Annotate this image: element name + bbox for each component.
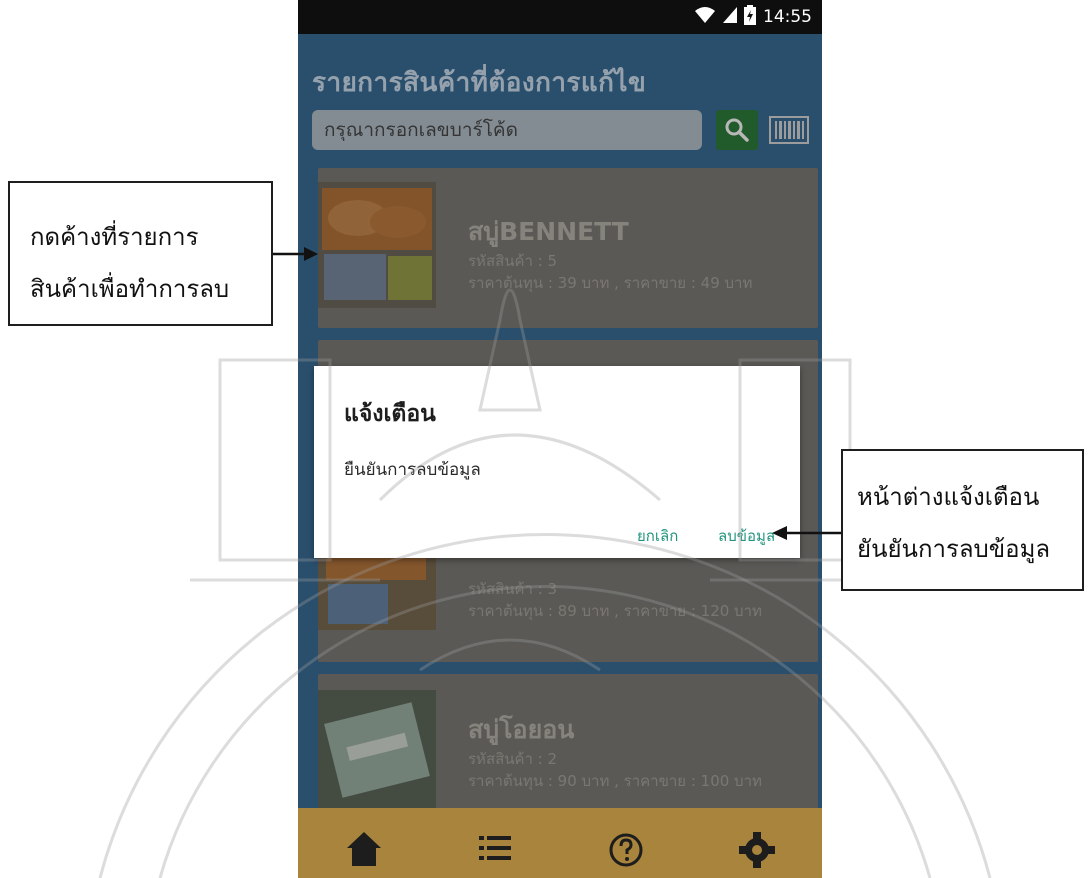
product-code: รหัสสินค้า : 3 (468, 580, 558, 598)
nav-help[interactable] (586, 818, 666, 878)
list-item[interactable]: สบู่โอยอน รหัสสินค้า : 2 ราคาต้นทุน : 90… (318, 674, 818, 826)
annotation-line: ยันยันการลบข้อมูล (857, 535, 1051, 563)
nav-home[interactable] (324, 818, 404, 878)
cancel-button[interactable]: ยกเลิก (637, 524, 678, 548)
gear-icon (738, 832, 775, 868)
page-title: รายการสินค้าที่ต้องการแก้ไข (312, 68, 647, 98)
search-input[interactable] (322, 118, 692, 142)
barcode-icon (769, 116, 809, 144)
dialog-message: ยืนยันการลบข้อมูล (344, 460, 481, 480)
product-name: สบู่BENNETT (468, 217, 629, 246)
product-thumbnail (318, 690, 436, 810)
annotation-line: สินค้าเพื่อทำการลบ (30, 275, 230, 303)
bottom-nav (298, 808, 822, 878)
confirm-dialog: แจ้งเตือน ยืนยันการลบข้อมูล ยกเลิก ลบข้อ… (314, 366, 800, 558)
barcode-scan-button[interactable] (768, 114, 810, 146)
delete-button[interactable]: ลบข้อมูล (718, 524, 775, 548)
product-name: สบู่โอยอน (468, 715, 575, 744)
product-code: รหัสสินค้า : 5 (468, 252, 558, 270)
annotation-line: หน้าต่างแจ้งเตือน (857, 483, 1040, 511)
search-icon (725, 118, 749, 142)
annotation-confirm-dialog: หน้าต่างแจ้งเตือน ยันยันการลบข้อมูล (841, 449, 1084, 591)
nav-settings[interactable] (717, 818, 797, 878)
product-thumbnail (318, 182, 436, 308)
signal-icon (723, 6, 737, 28)
help-icon (609, 833, 642, 867)
nav-list[interactable] (455, 818, 535, 878)
product-price: ราคาต้นทุน : 90 บาท , ราคาขาย : 100 บาท (468, 772, 762, 790)
product-code: รหัสสินค้า : 2 (468, 750, 558, 768)
product-price: ราคาต้นทุน : 89 บาท , ราคาขาย : 120 บาท (468, 602, 762, 620)
wifi-icon (694, 6, 716, 29)
phone-screen: 14:55 รายการสินค้าที่ต้องการแก้ไข กรุณาก… (298, 0, 822, 878)
search-button[interactable] (716, 110, 758, 150)
product-price: ราคาต้นทุน : 39 บาท , ราคาขาย : 49 บาท (468, 274, 753, 292)
battery-icon (744, 4, 756, 30)
search-field[interactable] (312, 110, 702, 150)
dialog-title: แจ้งเตือน (344, 401, 436, 427)
annotation-line: กดค้างที่รายการ (30, 223, 199, 251)
home-icon (346, 832, 381, 866)
annotation-long-press: กดค้างที่รายการ สินค้าเพื่อทำการลบ (8, 181, 273, 326)
list-item[interactable]: สบู่BENNETT รหัสสินค้า : 5 ราคาต้นทุน : … (318, 168, 818, 328)
status-time: 14:55 (763, 7, 812, 27)
status-bar: 14:55 (298, 0, 822, 34)
list-icon (478, 836, 511, 860)
